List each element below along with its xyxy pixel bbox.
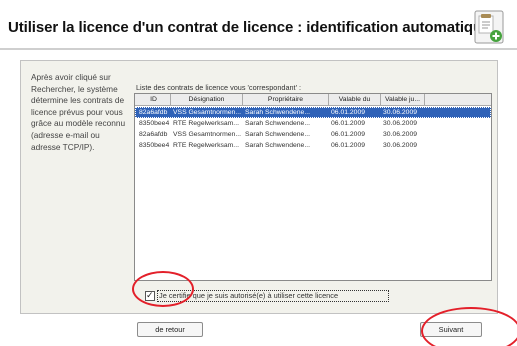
cell-owner: Sarah Schwendene... [245,131,310,138]
contracts-list-label: Liste des contrats de licence vous 'corr… [136,83,302,92]
table-row[interactable]: 82a6afdb VSS Gesamtnormen... Sarah Schwe… [135,107,491,118]
cell-id: 8350bee4 [139,120,170,127]
column-header-designation[interactable]: Désignation [171,94,243,106]
cell-valid-to: 30.06.2009 [383,142,418,149]
highlight-circle-next-button [421,307,517,346]
column-header-valid-to[interactable]: Valable ju... [381,94,425,106]
cell-owner: Sarah Schwendene... [245,142,310,149]
column-header-owner[interactable]: Propriétaire [243,94,329,106]
table-row[interactable]: 8350bee4 RTE Regelwerksam... Sarah Schwe… [135,140,491,151]
cell-owner: Sarah Schwendene... [245,120,310,127]
focus-outline [135,107,491,118]
license-dialog: Utiliser la licence d'un contrat de lice… [0,0,517,346]
cell-id: 8350bee4 [139,142,170,149]
highlight-circle-checkbox [132,271,194,307]
back-button[interactable]: de retour [137,322,203,337]
header-divider [0,48,517,50]
column-header-valid-from[interactable]: Valable du [329,94,381,106]
table-header: ID Désignation Propriétaire Valable du V… [135,94,491,106]
cell-designation: RTE Regelwerksam... [173,142,239,149]
column-header-id[interactable]: ID [137,94,171,106]
cell-valid-to: 30.06.2009 [383,131,418,138]
table-row[interactable]: 8350bee4 RTE Regelwerksam... Sarah Schwe… [135,118,491,129]
cell-valid-from: 06.01.2009 [331,120,366,127]
instructions-text: Après avoir cliqué sur Rechercher, le sy… [31,72,126,152]
cell-valid-to: 30.06.2009 [383,120,418,127]
cell-valid-from: 06.01.2009 [331,131,366,138]
cell-valid-from: 06.01.2009 [331,142,366,149]
cell-designation: RTE Regelwerksam... [173,120,239,127]
cell-designation: VSS Gesamtnormen... [173,131,241,138]
license-document-icon [474,10,504,44]
dialog-title: Utiliser la licence d'un contrat de lice… [8,19,491,36]
table-row[interactable]: 82a6afdb VSS Gesamtnormen... Sarah Schwe… [135,129,491,140]
contracts-table[interactable]: ID Désignation Propriétaire Valable du V… [134,93,492,281]
cell-id: 82a6afdb [139,131,168,138]
